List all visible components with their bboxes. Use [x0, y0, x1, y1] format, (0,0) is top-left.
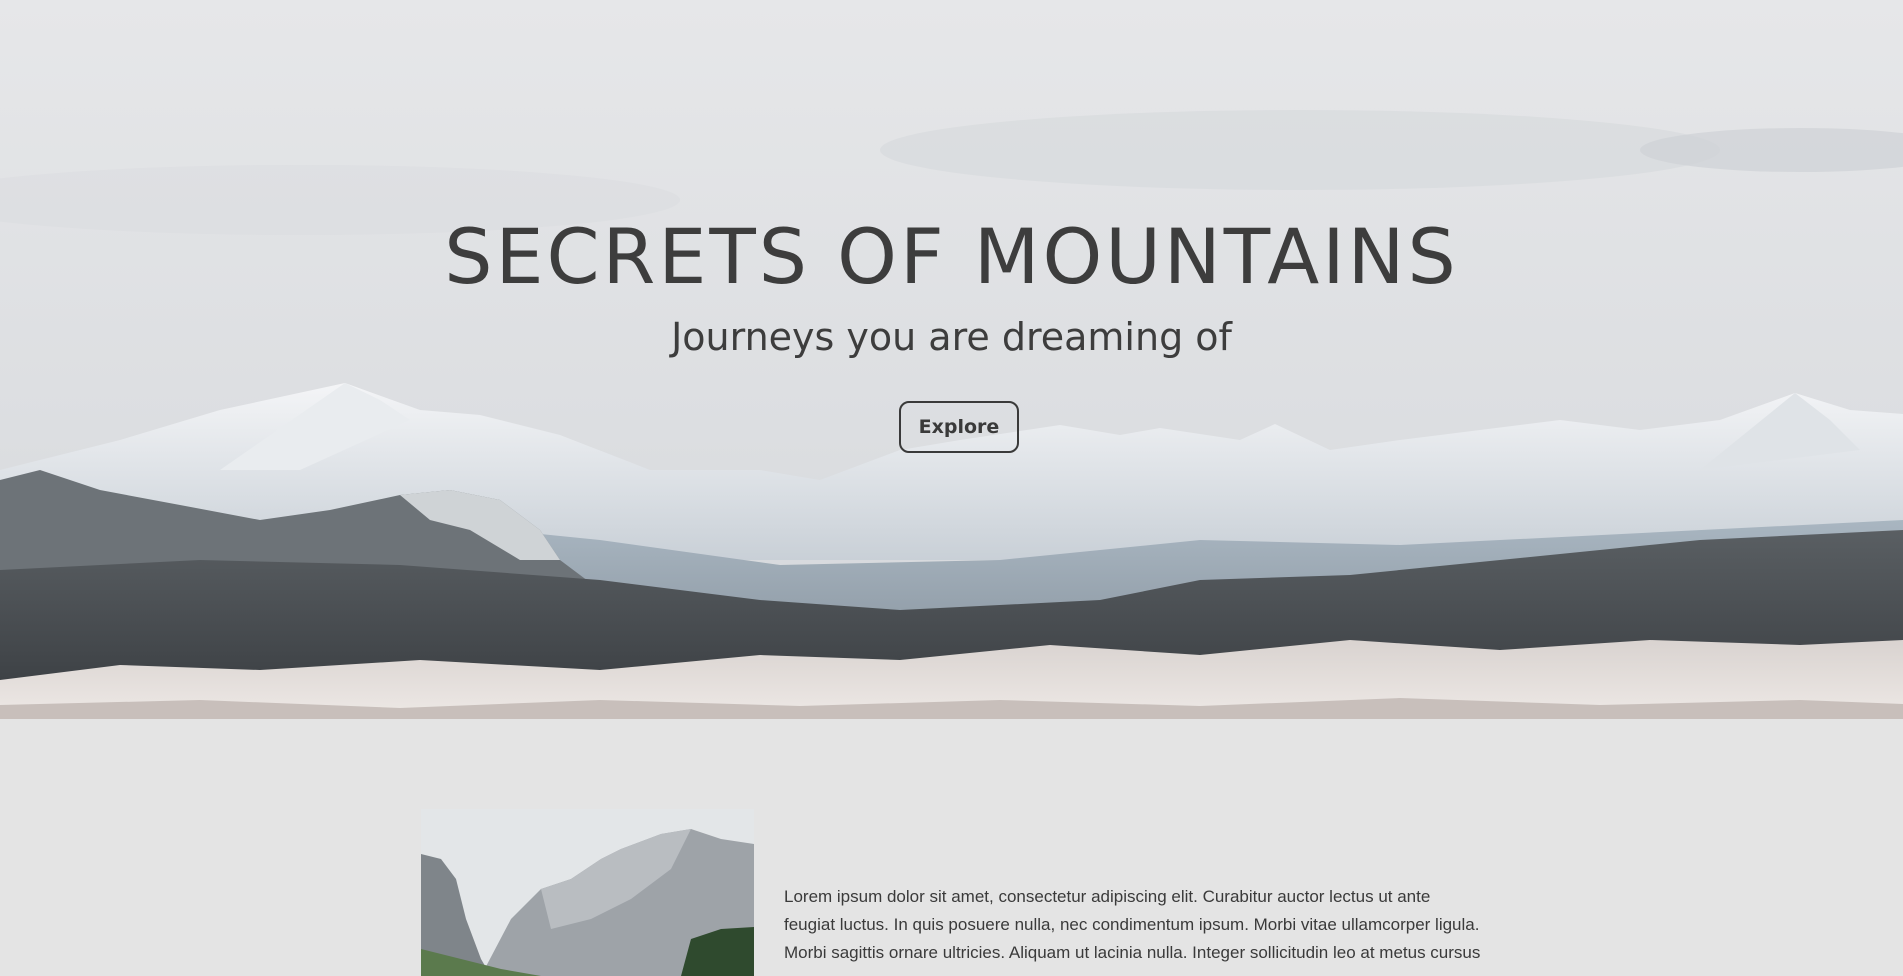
hero-subtitle: Journeys you are dreaming of: [671, 315, 1232, 359]
content-paragraph: Lorem ipsum dolor sit amet, consectetur …: [784, 887, 1481, 962]
explore-button[interactable]: Explore: [899, 401, 1019, 453]
hero-title: SECRETS OF MOUNTAINS: [444, 212, 1459, 301]
hero-section: SECRETS OF MOUNTAINS Journeys you are dr…: [0, 0, 1903, 719]
content-mountain-image: [421, 809, 754, 976]
